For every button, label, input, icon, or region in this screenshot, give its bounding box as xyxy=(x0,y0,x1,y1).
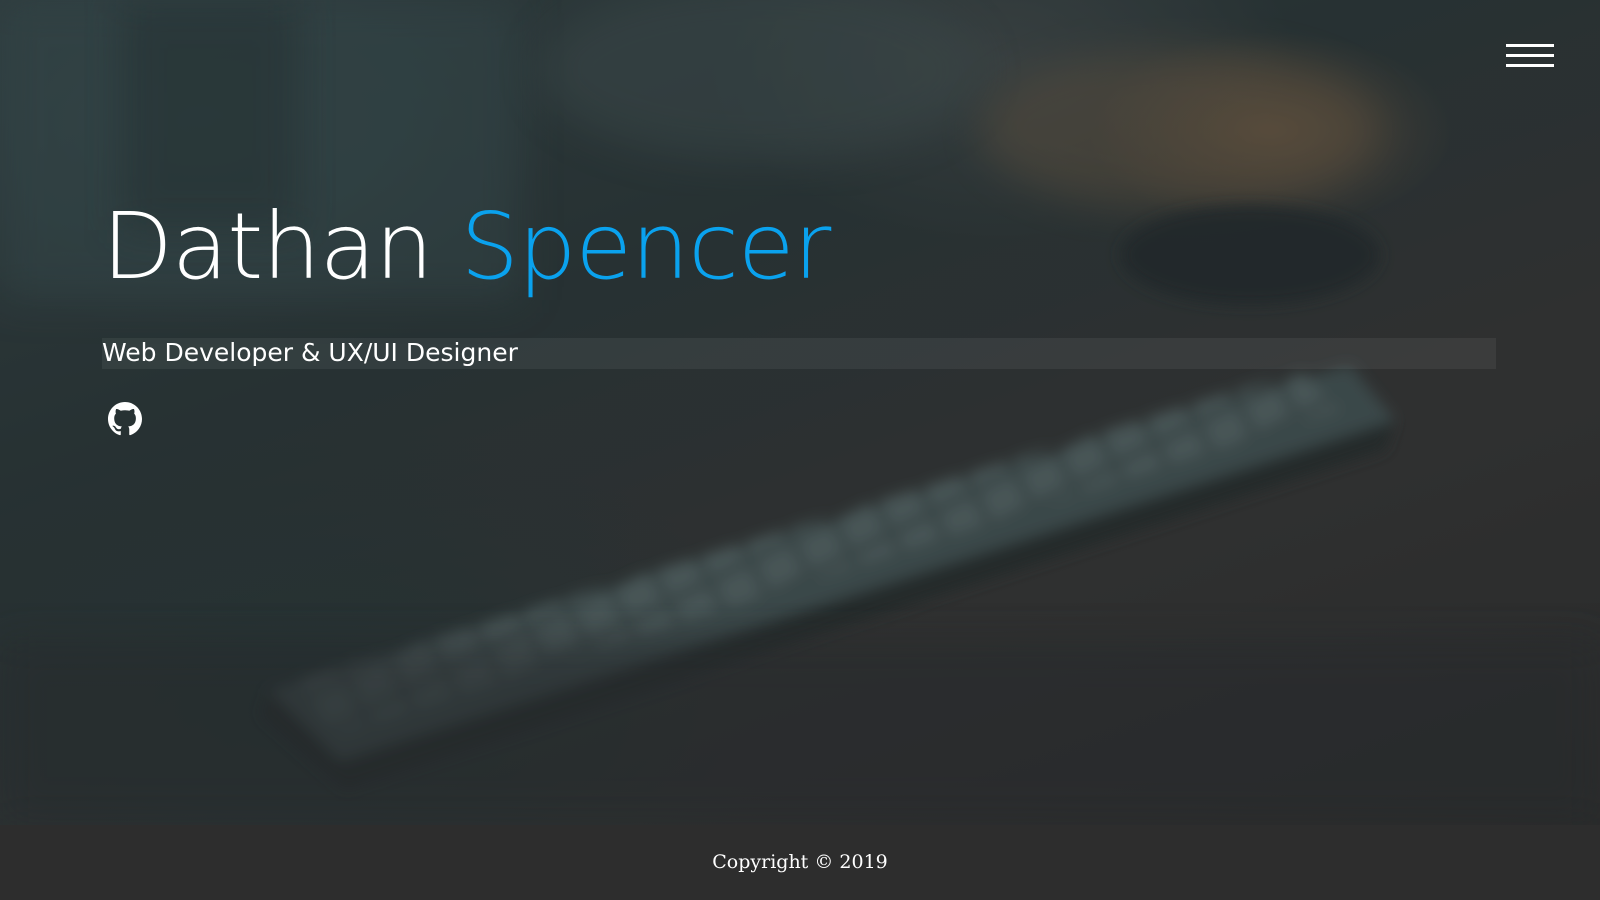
github-icon[interactable] xyxy=(108,402,142,436)
page-title: Dathan Spencer xyxy=(102,193,832,300)
name-first: Dathan xyxy=(102,193,433,300)
footer: Copyright © 2019 xyxy=(0,825,1600,900)
copyright-text: Copyright © 2019 xyxy=(712,851,888,873)
dark-overlay xyxy=(0,0,1600,825)
menu-bar xyxy=(1506,44,1554,47)
name-last: Spencer xyxy=(460,193,832,300)
subtitle: Web Developer & UX/UI Designer xyxy=(102,338,518,367)
hamburger-menu-icon[interactable] xyxy=(1506,42,1554,70)
menu-bar xyxy=(1506,54,1554,57)
hero-section: Dathan Spencer Web Developer & UX/UI Des… xyxy=(0,0,1600,825)
menu-bar xyxy=(1506,64,1554,67)
page: Dathan Spencer Web Developer & UX/UI Des… xyxy=(0,0,1600,900)
